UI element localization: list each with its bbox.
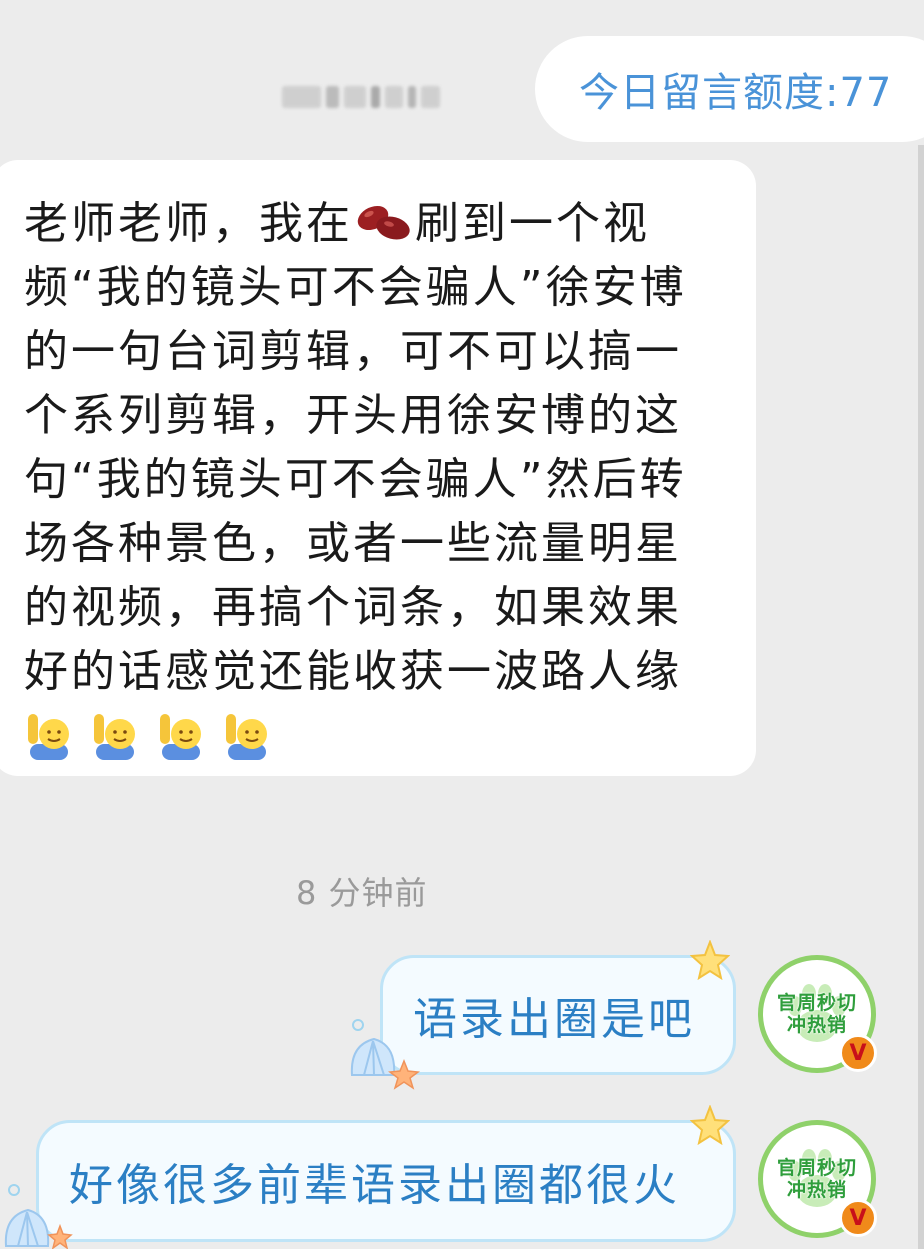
red-bean-icon [357,205,410,240]
seashell-icon [4,1184,73,1249]
star-icon [690,940,730,980]
outgoing-message-text: 好像很多前辈语录出圈都很火 [69,1160,680,1211]
incoming-message-text-part1: 老师老师，我在 [24,198,353,249]
star-icon [690,1105,730,1145]
scroll-edge [918,145,924,1249]
avatar-text-line1: 官周秒切 [776,1157,857,1179]
message-quota-pill: 今日留言额度:77 [535,36,924,142]
blurred-username [282,84,440,110]
message-timestamp: 8 分钟前 [296,874,428,912]
incoming-message-bubble[interactable]: 老师老师，我在 刷到一个视频“我的镜头可不会骗人”徐安博的一句台词剪辑，可不可以… [0,160,756,776]
message-quota-label: 今日留言额度:77 [579,70,893,116]
avatar[interactable]: 官周秒切 冲热销 V [758,1120,877,1238]
outgoing-message-bubble[interactable]: 语录出圈是吧 [380,955,736,1075]
raising-hand-emoji [28,714,69,760]
verified-badge: V [839,1034,877,1072]
outgoing-message-text: 语录出圈是吧 [413,994,695,1045]
outgoing-message-bubble[interactable]: 好像很多前辈语录出圈都很火 [36,1120,736,1242]
avatar-text-line2: 冲热销 [786,1179,847,1201]
emoji-row [24,710,736,762]
seashell-icon [350,1019,420,1090]
avatar-text-line1: 官周秒切 [776,992,857,1014]
raising-hand-emoji [94,714,135,760]
avatar-text-line2: 冲热销 [786,1014,847,1036]
incoming-message-text: 老师老师，我在 刷到一个视频“我的镜头可不会骗人”徐安博的一句台词剪辑，可不可以… [24,192,724,704]
raising-hand-emoji [226,714,267,760]
verified-badge: V [839,1199,877,1237]
incoming-message-text-part2: 刷到一个视频“我的镜头可不会骗人”徐安博的一句台词剪辑，可不可以搞一个系列剪辑，… [24,198,687,697]
avatar[interactable]: 官周秒切 冲热销 V [758,955,877,1073]
raising-hand-emoji [160,714,201,760]
chat-screen: 今日留言额度:77 老师老师，我在 刷到一个视频“我的镜头可不会骗人”徐安博的一… [0,0,924,1249]
